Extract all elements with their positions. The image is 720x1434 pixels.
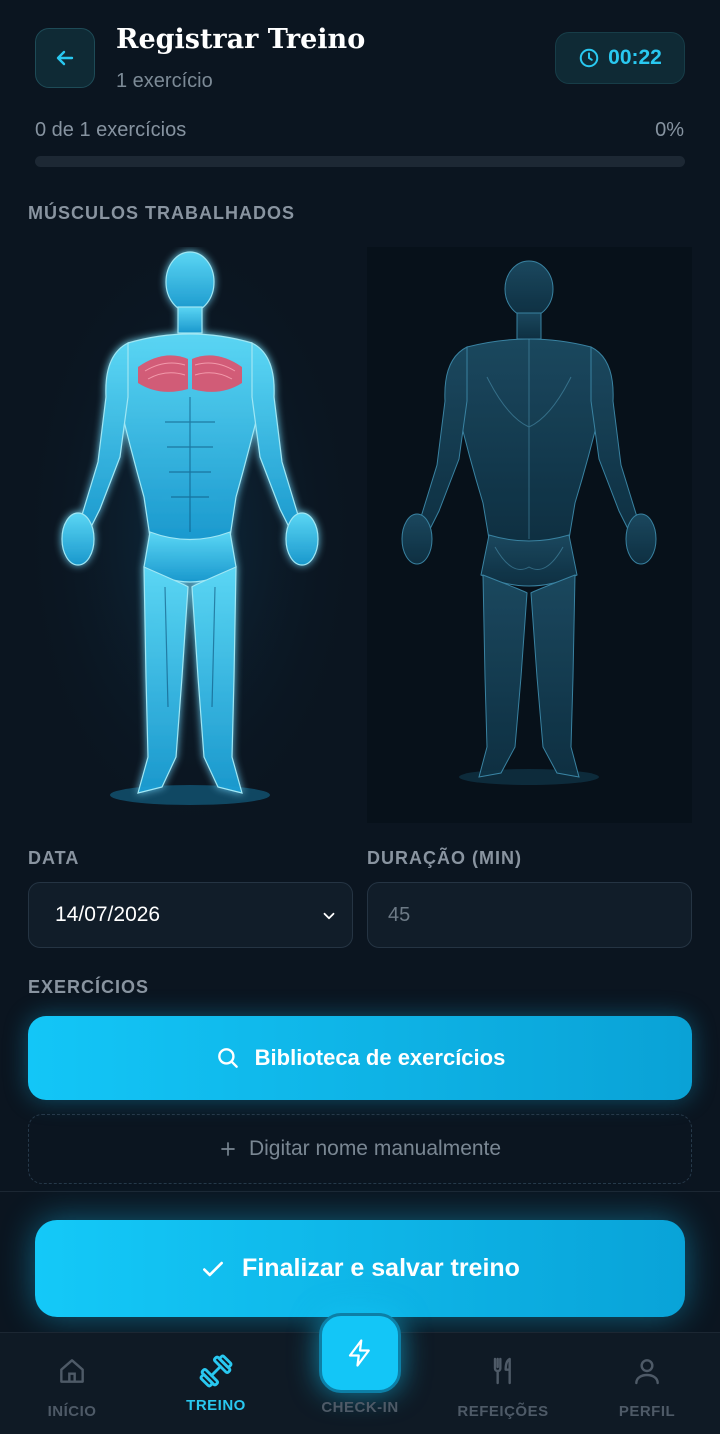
home-icon <box>60 1359 84 1383</box>
timer-value: 00:22 <box>608 46 662 69</box>
page-subtitle: 1 exercício <box>116 70 213 92</box>
nav-label-refeicoes: REFEIÇÕES <box>457 1403 549 1420</box>
nav-label-perfil: PERFIL <box>618 1403 676 1420</box>
lightning-icon <box>348 1339 370 1367</box>
nav-item-treino[interactable]: TREINO <box>151 1333 281 1434</box>
body-back-figure <box>401 260 657 785</box>
nav-label-inicio: INÍCIO <box>47 1403 97 1420</box>
exercises-section-title: EXERCÍCIOS <box>28 977 150 997</box>
progress-bar <box>35 156 685 167</box>
finish-save-button[interactable]: Finalizar e salvar treino <box>35 1220 685 1317</box>
divider <box>0 1191 720 1192</box>
duration-label: DURAÇÃO (MIN) <box>367 848 522 868</box>
muscles-section-title: MÚSCULOS TRABALHADOS <box>28 203 295 223</box>
manual-entry-button[interactable]: Digitar nome manualmente <box>28 1114 692 1184</box>
dumbbell-icon <box>199 1354 233 1388</box>
exercise-library-label: Biblioteca de exercícios <box>254 1045 506 1070</box>
body-front-figure <box>30 247 350 823</box>
workout-timer[interactable]: 00:22 <box>555 32 685 84</box>
duration-placeholder: 45 <box>388 903 411 926</box>
nav-label-treino: TREINO <box>186 1397 246 1414</box>
duration-input[interactable]: 45 <box>367 882 692 948</box>
back-button[interactable] <box>35 28 95 88</box>
progress-label: 0 de 1 exercícios <box>35 119 187 141</box>
utensils-icon <box>493 1357 511 1385</box>
nav-item-inicio[interactable]: INÍCIO <box>7 1333 137 1434</box>
date-label: DATA <box>28 848 80 868</box>
checkin-button[interactable] <box>319 1313 401 1393</box>
date-select[interactable]: 14/07/2026 <box>28 882 353 948</box>
progress-percent: 0% <box>655 119 684 141</box>
nav-item-refeicoes[interactable]: REFEIÇÕES <box>438 1333 568 1434</box>
plus-icon <box>221 1142 235 1156</box>
chevron-down-icon <box>323 912 335 920</box>
page-title: Registrar Treino <box>116 24 366 55</box>
nav-item-perfil[interactable]: PERFIL <box>582 1333 712 1434</box>
manual-entry-label: Digitar nome manualmente <box>248 1137 502 1160</box>
arrow-left-icon <box>56 50 74 66</box>
clock-icon <box>579 48 599 68</box>
finish-save-label: Finalizar e salvar treino <box>242 1254 520 1282</box>
date-value: 14/07/2026 <box>55 903 161 926</box>
body-back-view <box>367 247 692 823</box>
nav-label-checkin: CHECK-IN <box>321 1399 399 1416</box>
exercise-library-button[interactable]: Biblioteca de exercícios <box>28 1016 692 1100</box>
search-icon <box>217 1048 238 1068</box>
header: Registrar Treino 1 exercício 00:22 <box>0 0 720 110</box>
user-icon <box>635 1359 659 1385</box>
check-icon <box>203 1261 224 1276</box>
body-front-view <box>30 247 350 823</box>
